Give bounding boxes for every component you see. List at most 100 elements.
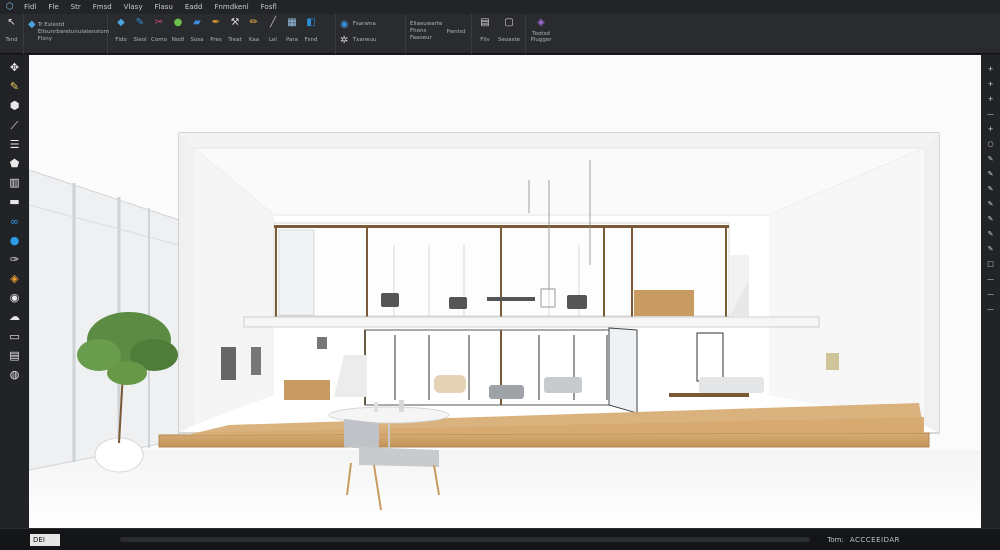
- menu-item-extensions[interactable]: Fnmdkenl: [210, 3, 252, 11]
- cube-icon: ◆: [117, 17, 125, 28]
- globe-icon[interactable]: ◉: [340, 20, 349, 30]
- menu-item-edit[interactable]: Fle: [44, 3, 62, 11]
- select-button[interactable]: ↖ Tsnd: [4, 17, 19, 54]
- layers-icon: ◧: [306, 17, 316, 28]
- line-icon[interactable]: —: [986, 110, 995, 119]
- ribbon-group-select: ↖ Tsnd: [0, 14, 24, 54]
- plus-icon[interactable]: +: [986, 95, 995, 104]
- ribbon-tool-button[interactable]: ╱ Lel: [264, 17, 282, 54]
- pencil-icon: ✎: [135, 17, 145, 28]
- line-icon[interactable]: —: [986, 275, 995, 284]
- view-labels: Fsarwna Txarwuu: [353, 17, 377, 54]
- styles-line-3: Faaoeur: [410, 35, 432, 41]
- line-icon[interactable]: —: [986, 305, 995, 314]
- pencil-icon[interactable]: ✎: [986, 185, 995, 194]
- pencil-icon[interactable]: ✎: [986, 155, 995, 164]
- save-label: Fliv: [480, 37, 490, 43]
- ribbon-group-plugins: ◈ Tootsd Plugger: [526, 14, 556, 54]
- menu-item-view[interactable]: Str: [67, 3, 85, 11]
- document-button[interactable]: ▢ Seoaste: [497, 17, 521, 54]
- cursor-icon: ↖: [7, 17, 16, 28]
- pencil-icon[interactable]: ✎: [986, 215, 995, 224]
- scissors-icon: ✂: [154, 17, 164, 28]
- menu-item-camera[interactable]: Fmsd: [89, 3, 116, 11]
- house-section-render: [29, 132, 981, 528]
- ribbon-tool-label: Lel: [269, 37, 277, 43]
- styles-line-2: Fhons: [410, 28, 427, 34]
- swatch-tool-icon[interactable]: ◉: [8, 291, 22, 305]
- ribbon-tool-button[interactable]: ✎ Sleol: [131, 17, 149, 54]
- ribbon-tool-button[interactable]: ⚒ Treat: [226, 17, 244, 54]
- ribbon-tool-label: Kaa: [248, 37, 260, 43]
- move-tool-icon[interactable]: ✥: [8, 61, 22, 75]
- ribbon-tool-button[interactable]: ✏ Kaa: [245, 17, 263, 54]
- sphere-tool-icon[interactable]: ●: [8, 234, 22, 248]
- link-tool-icon[interactable]: ∞: [8, 215, 22, 229]
- view-label-2[interactable]: Txarwuu: [353, 37, 377, 44]
- ribbon-tool-button[interactable]: ✂ Como: [150, 17, 168, 54]
- menu-item-draw[interactable]: Vlasy: [120, 3, 147, 11]
- pencil-icon[interactable]: ✎: [986, 200, 995, 209]
- plus-icon[interactable]: +: [986, 125, 995, 134]
- line-icon[interactable]: —: [986, 290, 995, 299]
- ribbon-tool-label: Para: [285, 37, 299, 43]
- settings-icon[interactable]: ✲: [340, 36, 349, 46]
- document-label: Seoaste: [497, 37, 521, 43]
- save-button[interactable]: ▤ Fliv: [476, 17, 494, 54]
- ribbon-tool-button[interactable]: ◧ Fsnd: [302, 17, 320, 54]
- status-value: ACCCEEIDAR: [849, 535, 900, 544]
- plugins-button[interactable]: ◈ Tootsd Plugger: [530, 17, 552, 54]
- entity-icon: ◆: [28, 19, 36, 30]
- building-section: [178, 132, 940, 434]
- shield-tool-icon[interactable]: ⬟: [8, 157, 22, 171]
- pencil-icon[interactable]: ✎: [986, 170, 995, 179]
- ribbon-tool-label: Pres: [210, 37, 222, 43]
- status-bar: DEI Tom: ACCCEEIDAR: [0, 528, 1000, 550]
- pen-icon: ✒: [211, 17, 221, 28]
- pencil-icon[interactable]: ✎: [986, 245, 995, 254]
- ribbon-tool-button[interactable]: ● Nodl: [169, 17, 187, 54]
- bucket-tool-icon[interactable]: ◈: [8, 272, 22, 286]
- stack-tool-icon[interactable]: ☰: [8, 138, 22, 152]
- square-icon[interactable]: □: [986, 260, 995, 269]
- knife-tool-icon[interactable]: ⟋: [8, 119, 22, 133]
- section-tool-icon[interactable]: ▤: [8, 349, 22, 363]
- measurements-box[interactable]: DEI: [30, 533, 60, 546]
- ribbon-group-styles: Ellaeuwarte Fhons Faaoeur Pwnlsd: [406, 14, 472, 54]
- columns-tool-icon[interactable]: ▥: [8, 176, 22, 190]
- right-tool-strip: + + + — + ○ ✎ ✎ ✎ ✎ ✎ ✎ ✎ □ — — —: [981, 55, 1000, 528]
- circle-icon[interactable]: ○: [986, 140, 995, 149]
- globe-tool-icon[interactable]: ◍: [8, 368, 22, 382]
- ribbon-tool-button[interactable]: ▦ Para: [283, 17, 301, 54]
- ribbon-toolbar: ↖ Tsnd ◆ Tr Exlestd Ellsunrbaretunulaten…: [0, 14, 1000, 54]
- status-label: Tom:: [827, 535, 844, 544]
- plus-icon[interactable]: +: [986, 80, 995, 89]
- ribbon-tool-button[interactable]: ✒ Pres: [207, 17, 225, 54]
- pencil-tool-icon[interactable]: ✎: [8, 80, 22, 94]
- ribbon-tool-label: Treat: [228, 37, 242, 43]
- pencil-icon[interactable]: ✎: [986, 230, 995, 239]
- styles-side-label[interactable]: Pwnlsd: [446, 17, 465, 54]
- paint-tool-icon[interactable]: ✑: [8, 253, 22, 267]
- tape-tool-icon[interactable]: ▬: [8, 195, 22, 209]
- menu-item-help[interactable]: Fosfl: [257, 3, 281, 11]
- ribbon-group-drawing-tools: ◆ Fldo ✎ Sleol ✂ Como ● Nodl ▰ Sosa ✒ Pres ⚒ Treat ✏ Ka…: [108, 14, 336, 54]
- tag-tool-icon[interactable]: ▭: [8, 330, 22, 344]
- menu-item-window[interactable]: Eadd: [181, 3, 207, 11]
- ribbon-tool-button[interactable]: ▰ Sosa: [188, 17, 206, 54]
- plugins-label-2: Plugger: [530, 37, 552, 43]
- menu-item-file[interactable]: Fldl: [20, 3, 40, 11]
- plus-icon[interactable]: +: [986, 65, 995, 74]
- menu-bar: ⬡ Fldl Fle Str Fmsd Vlasy Flasu Eadd Fnm…: [0, 0, 1000, 14]
- menu-item-tools[interactable]: Flasu: [150, 3, 176, 11]
- paint-icon: ▰: [193, 17, 201, 28]
- eraser-tool-icon[interactable]: ⬢: [8, 99, 22, 113]
- cloud-tool-icon[interactable]: ☁: [8, 310, 22, 324]
- ribbon-tool-button[interactable]: ◆ Fldo: [112, 17, 130, 54]
- ribbon-group-file: ▤ Fliv ▢ Seoaste: [472, 14, 526, 54]
- view-label-1[interactable]: Fsarwna: [353, 21, 377, 28]
- entity-line-3: Flsny: [37, 36, 53, 42]
- ribbon-tool-label: Fldo: [115, 37, 127, 43]
- model-viewport[interactable]: [29, 55, 981, 528]
- horizontal-scrollbar[interactable]: [120, 537, 810, 542]
